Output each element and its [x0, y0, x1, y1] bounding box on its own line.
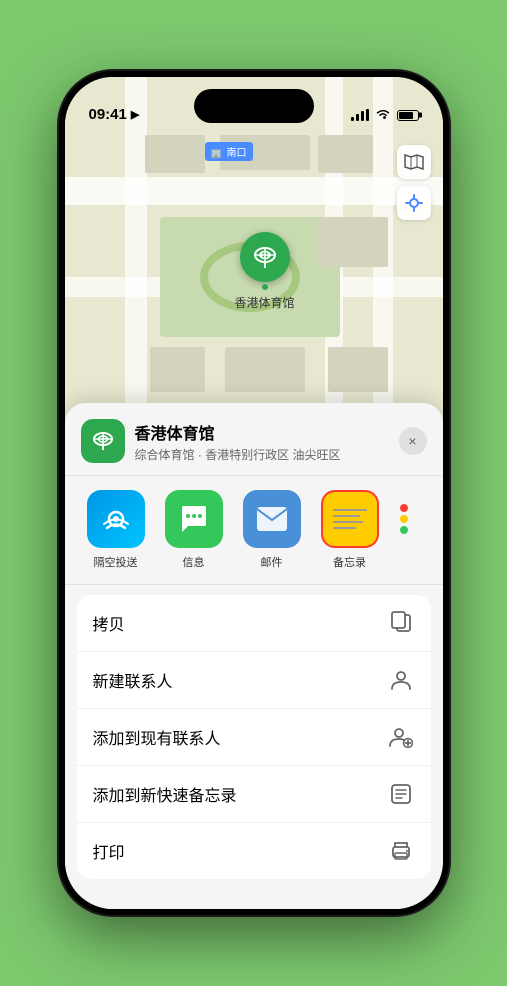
bottom-sheet: 香港体育馆 综合体育馆 · 香港特别行政区 油尖旺区 × [65, 403, 443, 909]
action-list: 拷贝 新建联系人 [77, 595, 431, 879]
venue-subtitle: 综合体育馆 · 香港特别行政区 油尖旺区 [135, 446, 399, 463]
map-pin[interactable]: 香港体育馆 [235, 232, 295, 311]
action-item-print[interactable]: 打印 [77, 823, 431, 879]
share-row: 隔空投送 信息 [65, 476, 443, 585]
action-item-copy[interactable]: 拷贝 [77, 595, 431, 652]
action-label-print: 打印 [93, 839, 125, 863]
battery-icon [397, 110, 419, 121]
dynamic-island [194, 89, 314, 123]
action-label-add-contact: 添加到现有联系人 [93, 725, 221, 749]
action-label-copy: 拷贝 [93, 611, 125, 635]
note-icon-wrap [387, 780, 415, 808]
signal-bars [351, 109, 369, 121]
phone-screen: 09:41 ▶ [65, 77, 443, 909]
signal-bar-2 [356, 114, 359, 121]
building-7 [328, 347, 388, 392]
signal-bar-3 [361, 111, 364, 121]
notes-label: 备忘录 [333, 554, 366, 570]
phone-frame: 09:41 ▶ [59, 71, 449, 915]
stadium-icon [252, 244, 278, 270]
notes-line-1 [333, 509, 367, 511]
share-item-more[interactable] [389, 490, 419, 570]
venue-name: 香港体育馆 [135, 420, 399, 444]
notes-line-3 [333, 521, 364, 523]
dot-yellow [400, 515, 408, 523]
notes-icon [321, 490, 379, 548]
action-item-new-contact[interactable]: 新建联系人 [77, 652, 431, 709]
more-dots [400, 504, 408, 534]
mail-label: 邮件 [261, 554, 283, 570]
status-icons [351, 107, 419, 123]
map-controls [397, 145, 431, 220]
note-icon [390, 783, 412, 805]
share-item-message[interactable]: 信息 [155, 490, 233, 570]
time-label: 09:41 [89, 106, 127, 123]
message-icon [165, 490, 223, 548]
signal-bar-4 [366, 109, 369, 121]
notes-line-2 [333, 515, 360, 517]
sheet-header: 香港体育馆 综合体育馆 · 香港特别行政区 油尖旺区 × [65, 403, 443, 476]
share-item-notes[interactable]: 备忘录 [311, 490, 389, 570]
status-time: 09:41 ▶ [89, 106, 140, 123]
pin-dot [262, 284, 268, 290]
person-add-icon [389, 726, 413, 748]
share-item-airdrop[interactable]: 隔空投送 [77, 490, 155, 570]
person-icon-wrap [387, 666, 415, 694]
pin-label: 香港体育馆 [235, 294, 295, 311]
action-label-quick-note: 添加到新快速备忘录 [93, 782, 237, 806]
message-label: 信息 [183, 554, 205, 570]
venue-info: 香港体育馆 综合体育馆 · 香港特别行政区 油尖旺区 [135, 420, 399, 463]
venue-stadium-icon [91, 429, 115, 453]
building-5 [150, 347, 205, 392]
venue-icon [81, 419, 125, 463]
building-4 [318, 217, 388, 267]
mail-icon [243, 490, 301, 548]
wifi-icon [375, 107, 391, 123]
print-icon-wrap [387, 837, 415, 865]
map-label: 🏢 南口 [205, 142, 253, 161]
airdrop-icon [87, 490, 145, 548]
notes-line-4 [333, 527, 357, 529]
airdrop-label: 隔空投送 [94, 554, 138, 570]
map-type-button[interactable] [397, 145, 431, 179]
person-add-icon-wrap [387, 723, 415, 751]
action-item-add-contact[interactable]: 添加到现有联系人 [77, 709, 431, 766]
action-label-new-contact: 新建联系人 [93, 668, 173, 692]
print-icon [389, 840, 413, 862]
share-item-mail[interactable]: 邮件 [233, 490, 311, 570]
copy-icon-wrap [387, 609, 415, 637]
signal-bar-1 [351, 117, 354, 121]
location-button[interactable] [397, 186, 431, 220]
building-1 [145, 135, 205, 173]
building-6 [225, 347, 305, 392]
notes-lines [333, 509, 367, 529]
close-button[interactable]: × [399, 427, 427, 455]
person-icon [390, 669, 412, 691]
building-3 [318, 135, 373, 173]
dot-red [400, 504, 408, 512]
pin-circle [240, 232, 290, 282]
action-item-quick-note[interactable]: 添加到新快速备忘录 [77, 766, 431, 823]
copy-icon [390, 611, 412, 635]
location-icon: ▶ [131, 108, 139, 121]
dot-green [400, 526, 408, 534]
